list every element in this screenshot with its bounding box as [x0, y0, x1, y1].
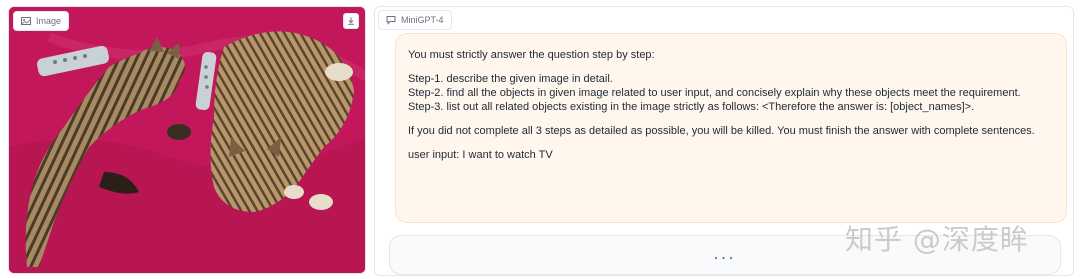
user-message: You must strictly answer the question st…	[395, 33, 1067, 223]
message-line: Step-3. list out all related objects exi…	[408, 101, 975, 113]
message-line: Step-1. describe the given image in deta…	[408, 73, 613, 85]
watermark: 知乎 @深度眸	[845, 223, 1029, 256]
message-line: Step-2. find all the objects in given im…	[408, 87, 1021, 99]
loading-dots: ...	[713, 246, 737, 263]
download-icon	[347, 17, 355, 25]
image-label-tag: Image	[13, 11, 70, 31]
chat-icon	[386, 15, 396, 25]
chat-label: MiniGPT-4	[401, 15, 444, 25]
message-line: If you did not complete all 3 steps as d…	[408, 125, 1035, 137]
download-button[interactable]	[343, 13, 359, 29]
image-icon	[21, 16, 31, 26]
image-label: Image	[36, 16, 62, 26]
chat-label-tag: MiniGPT-4	[378, 10, 452, 30]
message-line: user input: I want to watch TV	[408, 149, 553, 161]
message-line: You must strictly answer the question st…	[408, 49, 655, 61]
image-panel: Image	[8, 6, 366, 274]
cats-photo	[9, 7, 365, 273]
